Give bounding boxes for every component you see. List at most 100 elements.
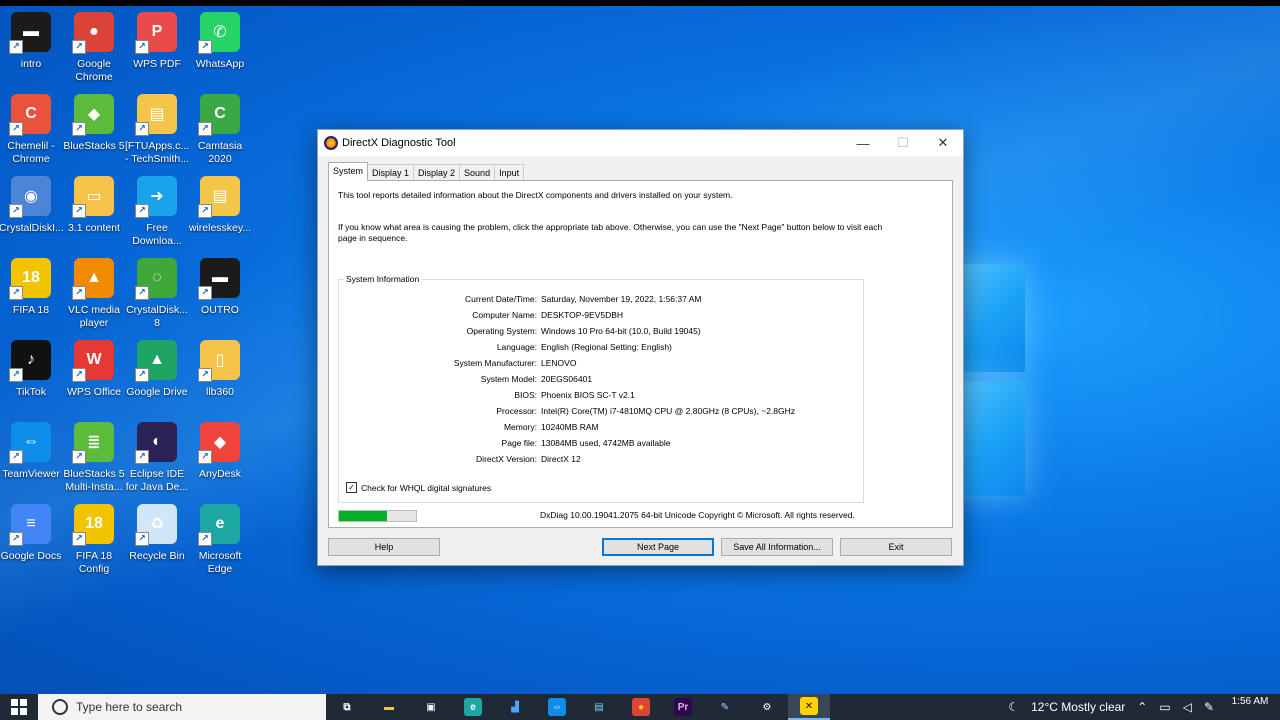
system-info-value: Saturday, November 19, 2022, 1:56:37 AM [541, 294, 702, 304]
tab-sound[interactable]: Sound [459, 164, 496, 181]
search-placeholder: Type here to search [76, 700, 183, 714]
chevron-up-icon[interactable]: ⌃ [1137, 700, 1147, 714]
taskbar-app-button[interactable]: ▬ [368, 694, 410, 720]
wps-pdf-icon: P ↗ [135, 12, 177, 54]
desktop-icon[interactable]: ▯ ↗ llb360 [188, 340, 252, 420]
volume-icon[interactable]: ◁ [1183, 700, 1192, 714]
system-info-row: Memory: 10240MB RAM [339, 422, 863, 434]
taskbar-app-button[interactable]: ▤ [578, 694, 620, 720]
desktop-icon[interactable]: W ↗ WPS Office [62, 340, 126, 420]
teamviewer-icon: ⇔ [548, 698, 566, 716]
save-all-information-button[interactable]: Save All Information... [721, 538, 833, 556]
desktop-icon[interactable]: ▤ ↗ [FTUApps.c... - TechSmith... [125, 94, 189, 174]
tab-strip: System Display 1 Display 2 Sound Input [328, 162, 525, 181]
crystaldiskinfo-icon: ◉ ↗ [9, 176, 51, 218]
network-icon[interactable]: ▭ [1159, 700, 1170, 714]
notepad-icon: ▤ [594, 701, 604, 713]
search-icon [52, 699, 68, 715]
taskbar-app-button[interactable]: ⇔ [536, 694, 578, 720]
tab-input[interactable]: Input [494, 164, 525, 181]
weather-icon[interactable]: ☾ [1008, 700, 1019, 714]
desktop-icon-label: Google Chrome [75, 58, 113, 83]
shortcut-arrow-icon: ↗ [72, 368, 86, 382]
clock[interactable]: 1:56 AM [1220, 696, 1280, 708]
desktop-icon[interactable]: ≡ ↗ Google Docs [0, 504, 63, 584]
desktop-icon[interactable]: C ↗ Camtasia 2020 [188, 94, 252, 174]
folder-icon: ▭ ↗ [72, 176, 114, 218]
close-button[interactable]: ✕ [923, 130, 963, 156]
desktop-icon[interactable]: ◐ ↗ Eclipse IDE for Java De... [125, 422, 189, 502]
pen-icon[interactable]: ✎ [1204, 700, 1214, 714]
desktop-icon[interactable]: ⇔ ↗ TeamViewer [0, 422, 63, 502]
shortcut-arrow-icon: ↗ [72, 122, 86, 136]
tab-display-1[interactable]: Display 1 [367, 164, 415, 181]
taskbar-app-button[interactable]: Pr [662, 694, 704, 720]
desktop-icon[interactable]: ▲ ↗ Google Drive [125, 340, 189, 420]
taskbar-app-button[interactable]: ✕ [788, 694, 830, 720]
desktop-icon[interactable]: 18 ↗ FIFA 18 [0, 258, 63, 338]
taskbar-app-button[interactable]: ▟ [494, 694, 536, 720]
next-page-button[interactable]: Next Page [602, 538, 714, 556]
anydesk-icon: ◆ ↗ [198, 422, 240, 464]
premiere-icon: Pr [674, 698, 692, 716]
exit-button[interactable]: Exit [840, 538, 952, 556]
pen-app-icon: ✎ [720, 701, 730, 713]
tab-display-2[interactable]: Display 2 [413, 164, 461, 181]
shortcut-arrow-icon: ↗ [135, 532, 149, 546]
desktop-icon-label: Chemelil - Chrome [7, 140, 55, 165]
tab-system[interactable]: System [328, 162, 369, 181]
title-bar[interactable]: DirectX Diagnostic Tool — ☐ ✕ [318, 130, 963, 156]
desktop-icon[interactable]: C ↗ Chemelil - Chrome [0, 94, 63, 174]
desktop-icon[interactable]: ➜ ↗ Free Downloa... [125, 176, 189, 256]
start-button[interactable] [0, 694, 38, 720]
shortcut-arrow-icon: ↗ [9, 286, 23, 300]
google-drive-icon: ▲ ↗ [135, 340, 177, 382]
desktop-icon-label: FIFA 18 [12, 304, 50, 316]
desktop-icon-label: BlueStacks 5 Multi-Insta... [63, 468, 125, 493]
desktop-icon[interactable]: ▬ ↗ OUTRO [188, 258, 252, 338]
system-info-row: Operating System: Windows 10 Pro 64-bit (… [339, 326, 863, 338]
desktop-icon[interactable]: 18 ↗ FIFA 18 Config [62, 504, 126, 584]
desktop-icon-label: [FTUApps.c... - TechSmith... [125, 140, 190, 165]
taskbar-app-button[interactable]: e [452, 694, 494, 720]
weather-text[interactable]: 12°C Mostly clear [1031, 700, 1125, 714]
taskbar: Type here to search ⧉ ▬ ▣ e ▟ ⇔ ▤ ● Pr ✎ ⚙ ✕ ☾ 12°C… [0, 694, 1280, 720]
shortcut-arrow-icon: ↗ [198, 532, 212, 546]
taskbar-search-box[interactable]: Type here to search [38, 694, 326, 720]
taskbar-app-button[interactable]: ✎ [704, 694, 746, 720]
shortcut-arrow-icon: ↗ [9, 204, 23, 218]
bluestacks-icon: ◆ ↗ [72, 94, 114, 136]
desktop-icon[interactable]: ▭ ↗ 3.1 content [62, 176, 126, 256]
desktop-icon[interactable]: ♪ ↗ TikTok [0, 340, 63, 420]
desktop-icon[interactable]: ▤ ↗ wirelesskey... [188, 176, 252, 256]
taskbar-app-button[interactable]: ▣ [410, 694, 452, 720]
desktop-icon[interactable]: e ↗ Microsoft Edge [188, 504, 252, 584]
desktop-icon[interactable]: ◆ ↗ BlueStacks 5 [62, 94, 126, 174]
desktop-icon-label: BlueStacks 5 [63, 140, 125, 152]
desktop-icon[interactable]: ◉ ↗ CrystalDiskI... [0, 176, 64, 256]
whql-checkbox[interactable]: ✓ Check for WHQL digital signatures [346, 482, 491, 493]
vlc-icon: ▲ ↗ [72, 258, 114, 300]
desktop-icon-label: wirelesskey... [188, 222, 252, 234]
desktop-icon[interactable]: ≣ ↗ BlueStacks 5 Multi-Insta... [62, 422, 126, 502]
taskbar-app-button[interactable]: ⚙ [746, 694, 788, 720]
desktop-icon[interactable]: ● ↗ Google Chrome [62, 12, 126, 92]
desktop-icon[interactable]: ◌ ↗ CrystalDisk... 8 [125, 258, 189, 338]
system-info-key: Computer Name: [472, 310, 537, 320]
desktop-icon[interactable]: ▲ ↗ VLC media player [62, 258, 126, 338]
help-button[interactable]: Help [328, 538, 440, 556]
desktop-icon-label: 3.1 content [68, 222, 120, 234]
desktop-icon[interactable]: ◆ ↗ AnyDesk [188, 422, 252, 502]
directx-dialog: DirectX Diagnostic Tool — ☐ ✕ System Dis… [317, 129, 964, 566]
desktop-icon[interactable]: ▬ ↗ intro [0, 12, 63, 92]
desktop-icon[interactable]: P ↗ WPS PDF [125, 12, 189, 92]
taskbar-app-button[interactable]: ● [620, 694, 662, 720]
checkbox-check-icon[interactable]: ✓ [346, 482, 357, 493]
system-info-value: Windows 10 Pro 64-bit (10.0, Build 19045… [541, 326, 701, 336]
minimize-button[interactable]: — [843, 130, 883, 156]
system-info-value: 20EGS06401 [541, 374, 593, 384]
shortcut-arrow-icon: ↗ [9, 368, 23, 382]
desktop-icon[interactable]: ♻ ↗ Recycle Bin [125, 504, 189, 584]
taskbar-app-button[interactable]: ⧉ [326, 694, 368, 720]
desktop-icon[interactable]: ✆ ↗ WhatsApp [188, 12, 252, 92]
